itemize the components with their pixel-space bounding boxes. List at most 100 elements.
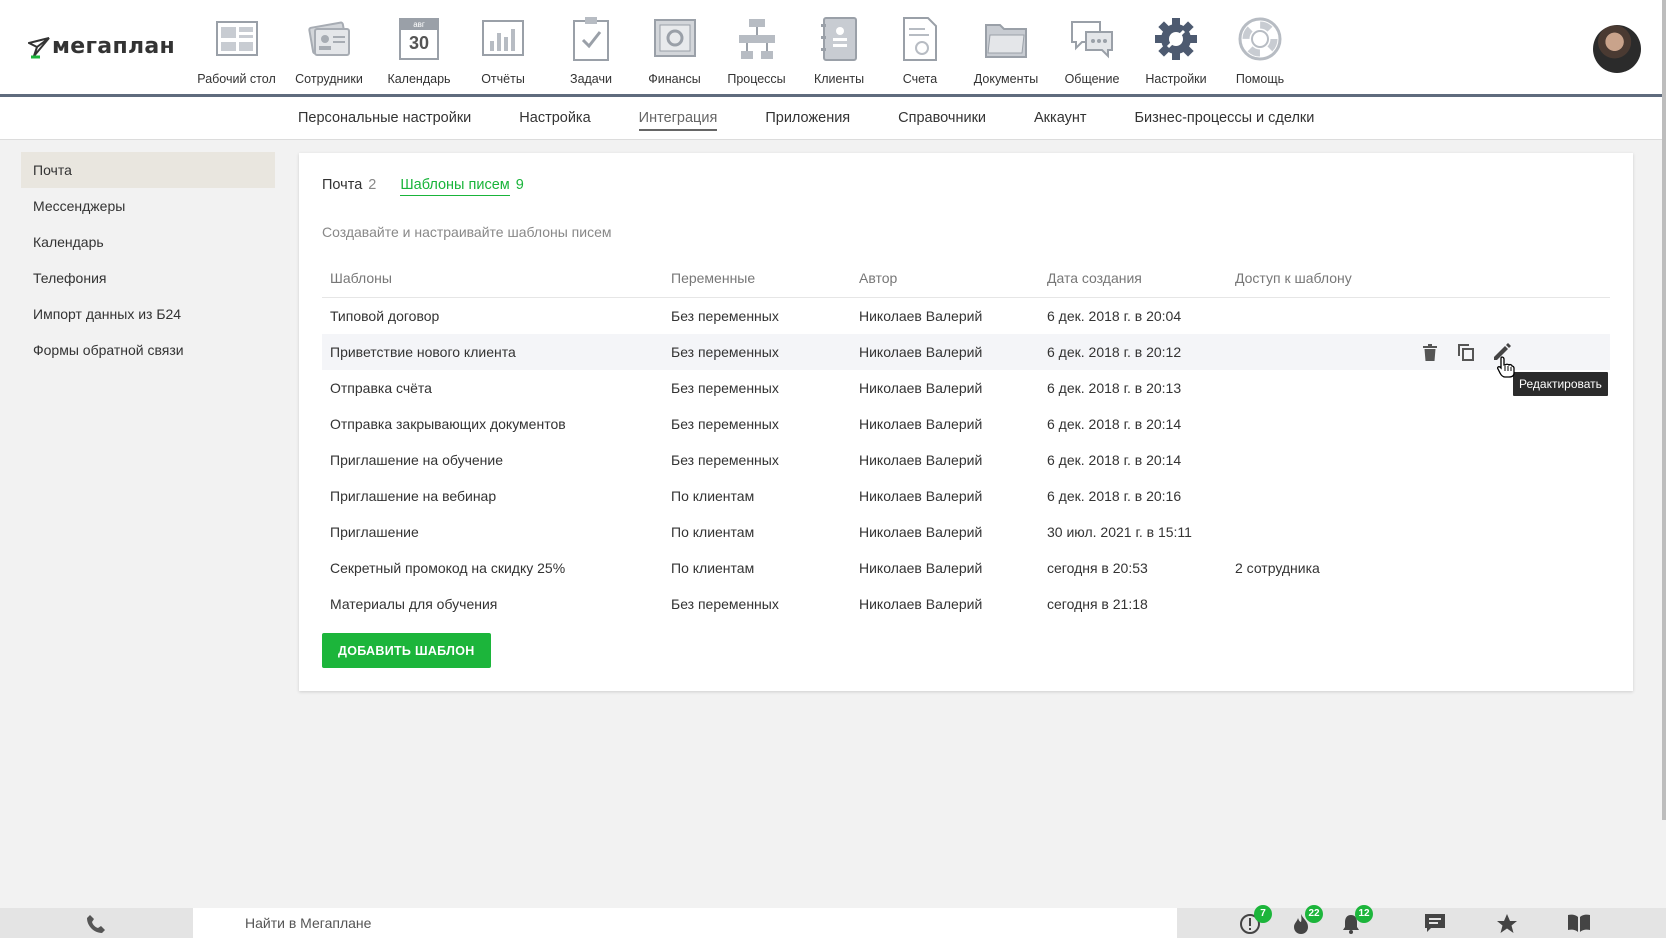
column-header-access[interactable]: Доступ к шаблону	[1235, 270, 1423, 286]
subnav-personal-settings[interactable]: Персональные настройки	[298, 97, 471, 140]
processes-icon	[733, 15, 781, 63]
nav-item-desktop[interactable]: Рабочий стол	[196, 0, 277, 94]
tab-mail-templates[interactable]: Шаблоны писем 9	[400, 177, 524, 196]
template-name[interactable]: Приветствие нового клиента	[322, 344, 671, 360]
section-hint: Создавайте и настраивайте шаблоны писем	[322, 224, 612, 240]
bottom-bar: 7 22 12	[0, 905, 1666, 938]
table-row[interactable]: Приглашение По клиентам Николаев Валерий…	[322, 514, 1610, 550]
nav-item-employees[interactable]: Сотрудники	[277, 0, 381, 94]
template-access: 2 сотрудника	[1235, 560, 1320, 576]
template-name[interactable]: Отправка закрывающих документов	[322, 416, 671, 432]
nav-item-communication[interactable]: Общение	[1053, 0, 1131, 94]
alerts-icon[interactable]: 7	[1237, 905, 1272, 937]
sidebar-item-messengers[interactable]: Мессенджеры	[21, 188, 275, 224]
nav-item-invoices[interactable]: Счета	[881, 0, 959, 94]
template-variables: Без переменных	[671, 344, 779, 360]
settings-subnav: Персональные настройки Настройка Интегра…	[0, 97, 1662, 140]
sidebar-item-telephony[interactable]: Телефония	[21, 260, 275, 296]
column-header-templates[interactable]: Шаблоны	[322, 270, 671, 286]
sidebar-item-feedback-forms[interactable]: Формы обратной связи	[21, 332, 275, 368]
copy-icon[interactable]	[1456, 342, 1476, 362]
star-icon[interactable]	[1494, 913, 1520, 937]
nav-item-help[interactable]: Помощь	[1221, 0, 1299, 94]
table-row[interactable]: Типовой договор Без переменных Николаев …	[322, 298, 1610, 334]
desktop-icon	[213, 15, 261, 63]
flame-icon[interactable]: 22	[1288, 905, 1323, 937]
global-search-input[interactable]	[193, 908, 1177, 938]
template-author: Николаев Валерий	[859, 416, 983, 432]
integration-sidebar: Почта Мессенджеры Календарь Телефония Им…	[21, 152, 275, 368]
tab-mail[interactable]: Почта 2	[322, 177, 376, 193]
template-name[interactable]: Приглашение на вебинар	[322, 488, 671, 504]
nav-item-processes[interactable]: Процессы	[716, 0, 797, 94]
template-name[interactable]: Приглашение	[322, 524, 671, 540]
reports-icon	[479, 15, 527, 63]
nav-item-finance[interactable]: Финансы	[633, 0, 716, 94]
edit-tooltip: Редактировать	[1513, 372, 1608, 396]
invoices-icon	[896, 15, 944, 63]
nav-label: Клиенты	[813, 72, 865, 86]
settings-icon	[1152, 15, 1200, 63]
nav-item-reports[interactable]: Отчёты	[457, 0, 549, 94]
tab-label: Шаблоны писем	[400, 177, 510, 196]
sidebar-item-calendar[interactable]: Календарь	[21, 224, 275, 260]
column-header-variables[interactable]: Переменные	[671, 270, 859, 286]
page-scrollbar[interactable]	[1662, 0, 1666, 820]
nav-item-clients[interactable]: Клиенты	[797, 0, 881, 94]
template-author: Николаев Валерий	[859, 308, 983, 324]
subnav-label: Интеграция	[638, 110, 718, 131]
chat-icon	[1068, 15, 1116, 63]
nav-item-tasks[interactable]: Задачи	[549, 0, 633, 94]
template-name[interactable]: Материалы для обучения	[322, 596, 671, 612]
bell-icon[interactable]: 12	[1338, 905, 1373, 937]
template-author: Николаев Валерий	[859, 344, 983, 360]
megaplan-logo[interactable]: мегаплан	[28, 34, 175, 59]
nav-item-settings[interactable]: Настройки	[1131, 0, 1221, 94]
add-template-button[interactable]: ДОБАВИТЬ ШАБЛОН	[322, 633, 491, 668]
top-navigation-bar: мегаплан Рабочий стол Сотрудники авг 30 …	[0, 0, 1662, 97]
subnav-account[interactable]: Аккаунт	[1034, 97, 1086, 140]
book-icon[interactable]	[1566, 913, 1592, 937]
table-row[interactable]: Отправка счёта Без переменных Николаев В…	[322, 370, 1610, 406]
subnav-integration[interactable]: Интеграция	[638, 97, 718, 140]
template-variables: Без переменных	[671, 452, 779, 468]
nav-item-documents[interactable]: Документы	[959, 0, 1053, 94]
table-row[interactable]: Приглашение на вебинар По клиентам Никол…	[322, 478, 1610, 514]
template-name[interactable]: Приглашение на обучение	[322, 452, 671, 468]
message-icon[interactable]	[1422, 913, 1448, 937]
table-row[interactable]: Материалы для обучения Без переменных Ни…	[322, 586, 1610, 622]
hand-cursor-icon	[1496, 356, 1515, 383]
table-row[interactable]: Отправка закрывающих документов Без пере…	[322, 406, 1610, 442]
trash-icon[interactable]	[1420, 342, 1440, 362]
nav-label: Документы	[973, 72, 1039, 86]
table-row[interactable]: Секретный промокод на скидку 25% По клие…	[322, 550, 1610, 586]
nav-item-calendar[interactable]: авг 30 Календарь	[381, 0, 457, 94]
tab-count: 9	[515, 177, 524, 193]
templates-card: Почта 2 Шаблоны писем 9 Создавайте и настр…	[299, 153, 1633, 691]
hot-badge: 22	[1305, 905, 1323, 923]
subnav-label: Персональные настройки	[298, 110, 472, 126]
subnav-label: Бизнес-процессы и сделки	[1134, 110, 1315, 126]
template-name[interactable]: Отправка счёта	[322, 380, 671, 396]
finance-icon	[651, 15, 699, 63]
sidebar-item-import-b24[interactable]: Импорт данных из Б24	[21, 296, 275, 332]
subnav-setup[interactable]: Настройка	[519, 97, 590, 140]
template-variables: Без переменных	[671, 416, 779, 432]
table-row[interactable]: Приглашение на обучение Без переменных Н…	[322, 442, 1610, 478]
subnav-directories[interactable]: Справочники	[898, 97, 986, 140]
subnav-applications[interactable]: Приложения	[765, 97, 850, 140]
sidebar-item-mail[interactable]: Почта	[21, 152, 275, 188]
user-avatar[interactable]	[1593, 25, 1641, 73]
notifications-badge: 12	[1355, 905, 1373, 923]
employees-icon	[305, 15, 353, 63]
column-header-author[interactable]: Автор	[859, 270, 1047, 286]
tasks-icon	[567, 15, 615, 63]
template-name[interactable]: Секретный промокод на скидку 25%	[322, 560, 671, 576]
table-row[interactable]: Приветствие нового клиента Без переменны…	[322, 334, 1610, 370]
subnav-business-processes[interactable]: Бизнес-процессы и сделки	[1135, 97, 1315, 140]
phone-icon[interactable]	[86, 914, 106, 938]
nav-label: Счета	[902, 72, 938, 86]
nav-label: Рабочий стол	[197, 72, 276, 86]
column-header-created[interactable]: Дата создания	[1047, 270, 1235, 286]
template-name[interactable]: Типовой договор	[322, 308, 671, 324]
